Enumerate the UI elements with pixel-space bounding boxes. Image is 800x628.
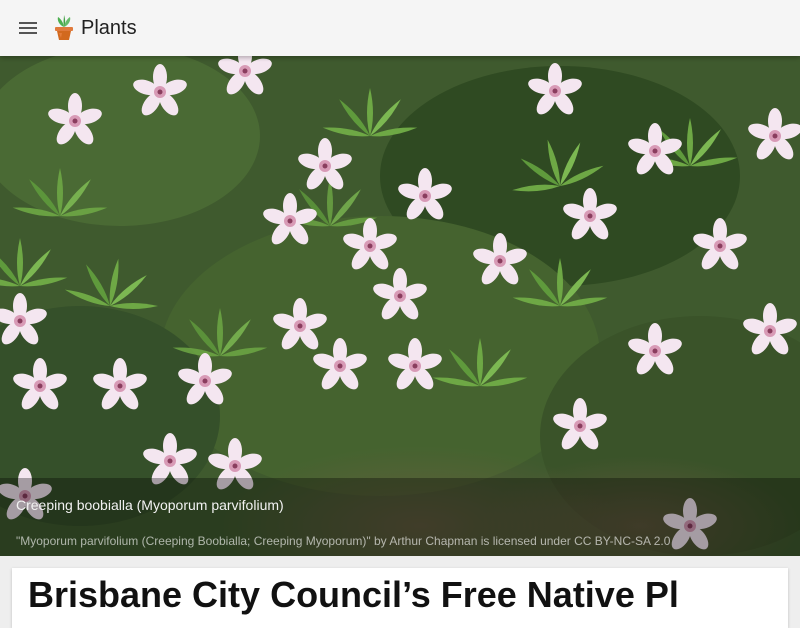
hamburger-menu-icon <box>19 22 37 34</box>
potted-plant-icon <box>55 15 73 40</box>
hero-image: Creeping boobialla (Myoporum parvifolium… <box>0 56 800 556</box>
article-card: Brisbane City Council’s Free Native Pl <box>12 568 788 628</box>
image-credit: "Myoporum parvifolium (Creeping Boobiall… <box>16 534 671 548</box>
app-title: Plants <box>81 16 137 39</box>
app-bar: Plants <box>0 0 800 56</box>
brand-link[interactable]: Plants <box>52 15 137 41</box>
caption-title: Creeping boobialla (Myoporum parvifolium… <box>16 497 284 513</box>
image-caption: Creeping boobialla (Myoporum parvifolium… <box>0 478 800 556</box>
menu-button[interactable] <box>0 0 56 56</box>
article-title: Brisbane City Council’s Free Native Pl <box>28 574 679 615</box>
